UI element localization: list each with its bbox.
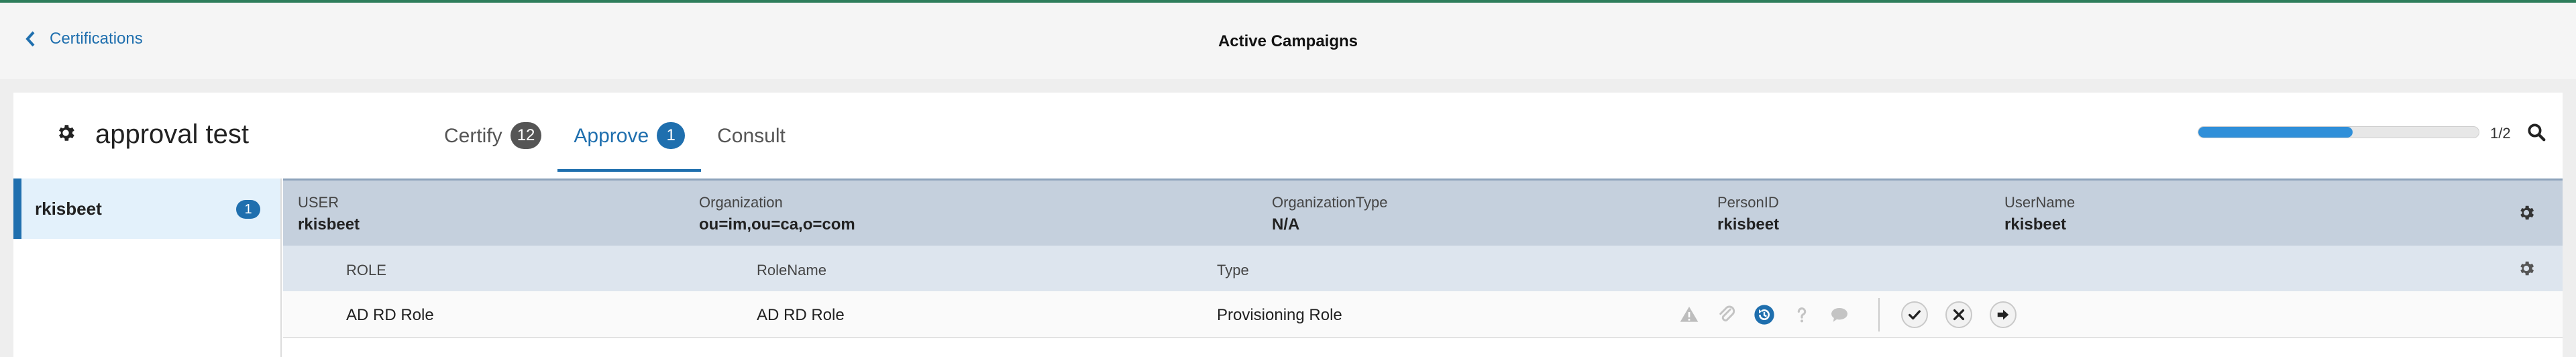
type-cell: Provisioning Role (1217, 306, 1342, 324)
table-row: AD RD Role AD RD Role Provisioning Role (283, 291, 2563, 338)
attachment-icon[interactable] (1716, 304, 1737, 325)
field-label: PersonID (1717, 194, 1779, 211)
warning-icon (1680, 307, 1699, 322)
approve-check-icon (1909, 310, 1921, 320)
column-header-type: Type (1217, 262, 1249, 278)
reject-x-icon (1953, 309, 1965, 321)
review-panel: USER rkisbeet Organization ou=im,ou=ca,o… (283, 178, 2563, 357)
gear-icon[interactable] (2517, 259, 2536, 278)
field-label: Organization (699, 194, 783, 211)
column-header-role: ROLE (346, 262, 386, 278)
field-label: USER (298, 194, 339, 211)
role-cell: AD RD Role (346, 306, 434, 324)
tab-label: Approve (574, 125, 649, 147)
campaign-tabs: Certify 12 Approve 1 Consult (428, 122, 802, 172)
user-summary-row: USER rkisbeet Organization ou=im,ou=ca,o… (283, 178, 2563, 246)
sidebar-item-label: rkisbeet (35, 198, 102, 219)
approve-button[interactable] (1901, 301, 1928, 328)
tab-certify[interactable]: Certify 12 (428, 122, 557, 172)
user-sidebar: rkisbeet 1 (13, 178, 282, 357)
field-label: OrganizationType (1272, 194, 1388, 211)
field-value: rkisbeet (1717, 215, 1780, 234)
search-icon[interactable] (2526, 122, 2546, 142)
column-header-role-name: RoleName (757, 262, 826, 278)
comment-icon[interactable] (1829, 304, 1850, 325)
field-value: rkisbeet (2004, 215, 2067, 234)
campaign-card: approval test Certify 12 Approve 1 Consu… (13, 93, 2563, 357)
help-icon[interactable] (1791, 304, 1813, 325)
campaign-header: approval test Certify 12 Approve 1 Consu… (13, 93, 2563, 178)
tab-count-badge: 12 (510, 122, 542, 149)
top-bar: Certifications Active Campaigns (0, 0, 2576, 79)
user-field: USER rkisbeet (298, 194, 360, 234)
roles-table-header: ROLE RoleName Type (283, 246, 2563, 291)
field-value: N/A (1272, 215, 1300, 234)
gear-icon[interactable] (2517, 203, 2536, 222)
tab-label: Consult (717, 125, 786, 147)
field-value: ou=im,ou=ca,o=com (699, 215, 855, 234)
actions-divider (1878, 298, 1880, 332)
history-icon[interactable] (1754, 304, 1775, 325)
tab-approve[interactable]: Approve 1 (557, 122, 701, 172)
gear-icon[interactable] (55, 122, 76, 144)
page-indicator: 1/2 (2490, 125, 2511, 142)
tab-count-badge: 1 (657, 122, 686, 149)
tab-consult[interactable]: Consult (701, 125, 802, 172)
forward-button[interactable] (1990, 301, 2017, 328)
forward-arrow-icon (1997, 309, 2009, 320)
role-name-cell: AD RD Role (757, 306, 845, 324)
organization-field: Organization ou=im,ou=ca,o=com (699, 194, 855, 234)
page-title: Active Campaigns (1218, 32, 1358, 50)
sidebar-item-user[interactable]: rkisbeet 1 (13, 178, 280, 239)
sidebar-item-count-badge: 1 (236, 200, 260, 219)
organization-type-field: OrganizationType N/A (1272, 194, 1387, 234)
person-id-field: PersonID rkisbeet (1717, 194, 1779, 234)
campaign-title: approval test (95, 119, 250, 149)
progress-fill (2198, 127, 2353, 138)
field-label: UserName (2004, 194, 2076, 211)
campaign-progress-bar (2198, 126, 2479, 138)
username-field: UserName rkisbeet (2004, 194, 2075, 234)
reject-button[interactable] (1945, 301, 1972, 328)
field-value: rkisbeet (298, 215, 360, 234)
tab-label: Certify (444, 125, 502, 147)
